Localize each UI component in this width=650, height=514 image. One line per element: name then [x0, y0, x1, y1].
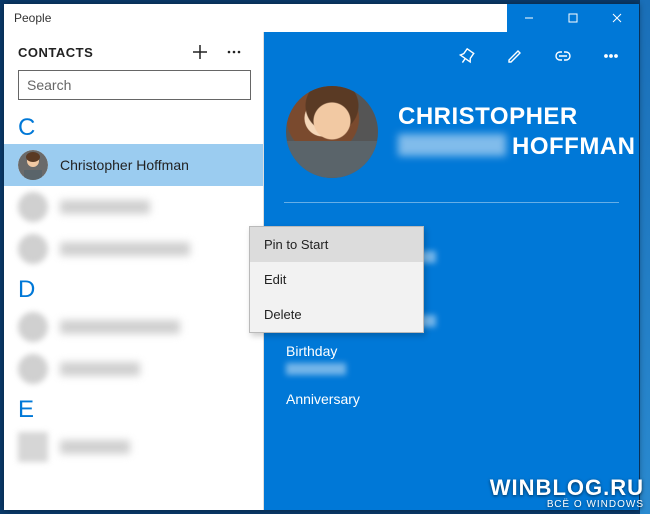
ellipsis-icon — [225, 43, 243, 61]
link-icon — [552, 47, 574, 65]
watermark: WINBLOG.RU ВСЁ О WINDOWS — [490, 475, 644, 510]
link-button[interactable] — [543, 40, 583, 72]
add-contact-button[interactable] — [183, 35, 217, 69]
letter-header[interactable]: D — [4, 270, 263, 306]
name-middle-redacted — [398, 134, 506, 156]
pin-button[interactable] — [447, 40, 487, 72]
titlebar: People — [4, 4, 639, 32]
detail-toolbar — [447, 32, 639, 74]
contact-row[interactable] — [4, 228, 263, 270]
contacts-heading: CONTACTS — [18, 45, 183, 60]
name-line2: HOFFMAN — [398, 132, 635, 162]
avatar — [18, 150, 48, 180]
more-button[interactable] — [591, 40, 631, 72]
plus-icon — [191, 43, 209, 61]
contacts-sidebar: CONTACTS C — [4, 32, 264, 510]
contact-name-redacted — [60, 200, 150, 214]
contact-full-name: CHRISTOPHER HOFFMAN — [398, 102, 635, 162]
contact-row[interactable] — [4, 186, 263, 228]
contact-name-redacted — [60, 320, 180, 334]
pin-icon — [458, 47, 476, 65]
menu-item-pin-to-start[interactable]: Pin to Start — [250, 227, 423, 262]
field-value-redacted — [286, 363, 346, 375]
avatar — [18, 192, 48, 222]
search-input[interactable] — [18, 70, 251, 100]
field-label: Anniversary — [286, 391, 619, 407]
contact-row[interactable] — [4, 306, 263, 348]
field-birthday[interactable]: Birthday — [286, 343, 619, 375]
contact-row[interactable] — [4, 348, 263, 390]
ellipsis-icon — [602, 47, 620, 65]
avatar — [18, 312, 48, 342]
contact-row[interactable] — [4, 426, 263, 468]
letter-header[interactable]: C — [4, 108, 263, 144]
contacts-list[interactable]: C Christopher Hoffman D — [4, 108, 263, 510]
contact-name-redacted — [60, 440, 130, 454]
field-label: Birthday — [286, 343, 619, 359]
contact-row[interactable]: Christopher Hoffman — [4, 144, 263, 186]
name-lastname: HOFFMAN — [512, 133, 635, 160]
window-title: People — [4, 11, 264, 25]
contact-name: Christopher Hoffman — [60, 157, 189, 173]
menu-item-edit[interactable]: Edit — [250, 262, 423, 297]
minimize-button[interactable] — [507, 4, 551, 32]
avatar — [18, 234, 48, 264]
context-menu: Pin to Start Edit Delete — [249, 226, 424, 333]
maximize-button[interactable] — [551, 4, 595, 32]
menu-item-delete[interactable]: Delete — [250, 297, 423, 332]
contact-name-redacted — [60, 362, 140, 376]
sidebar-header: CONTACTS — [4, 32, 263, 70]
contact-name-redacted — [60, 242, 190, 256]
letter-header[interactable]: E — [4, 390, 263, 426]
window-controls — [507, 4, 639, 32]
name-line1: CHRISTOPHER — [398, 102, 635, 132]
people-app-window: People CONTACTS — [4, 4, 639, 510]
pencil-icon — [506, 47, 524, 65]
edit-button[interactable] — [495, 40, 535, 72]
watermark-line1: WINBLOG.RU — [490, 475, 644, 501]
avatar — [18, 354, 48, 384]
field-anniversary[interactable]: Anniversary — [286, 391, 619, 407]
more-options-button[interactable] — [217, 35, 251, 69]
contact-avatar-large — [286, 86, 378, 178]
close-button[interactable] — [595, 4, 639, 32]
avatar — [18, 432, 48, 462]
desktop-background-strip — [640, 0, 650, 514]
